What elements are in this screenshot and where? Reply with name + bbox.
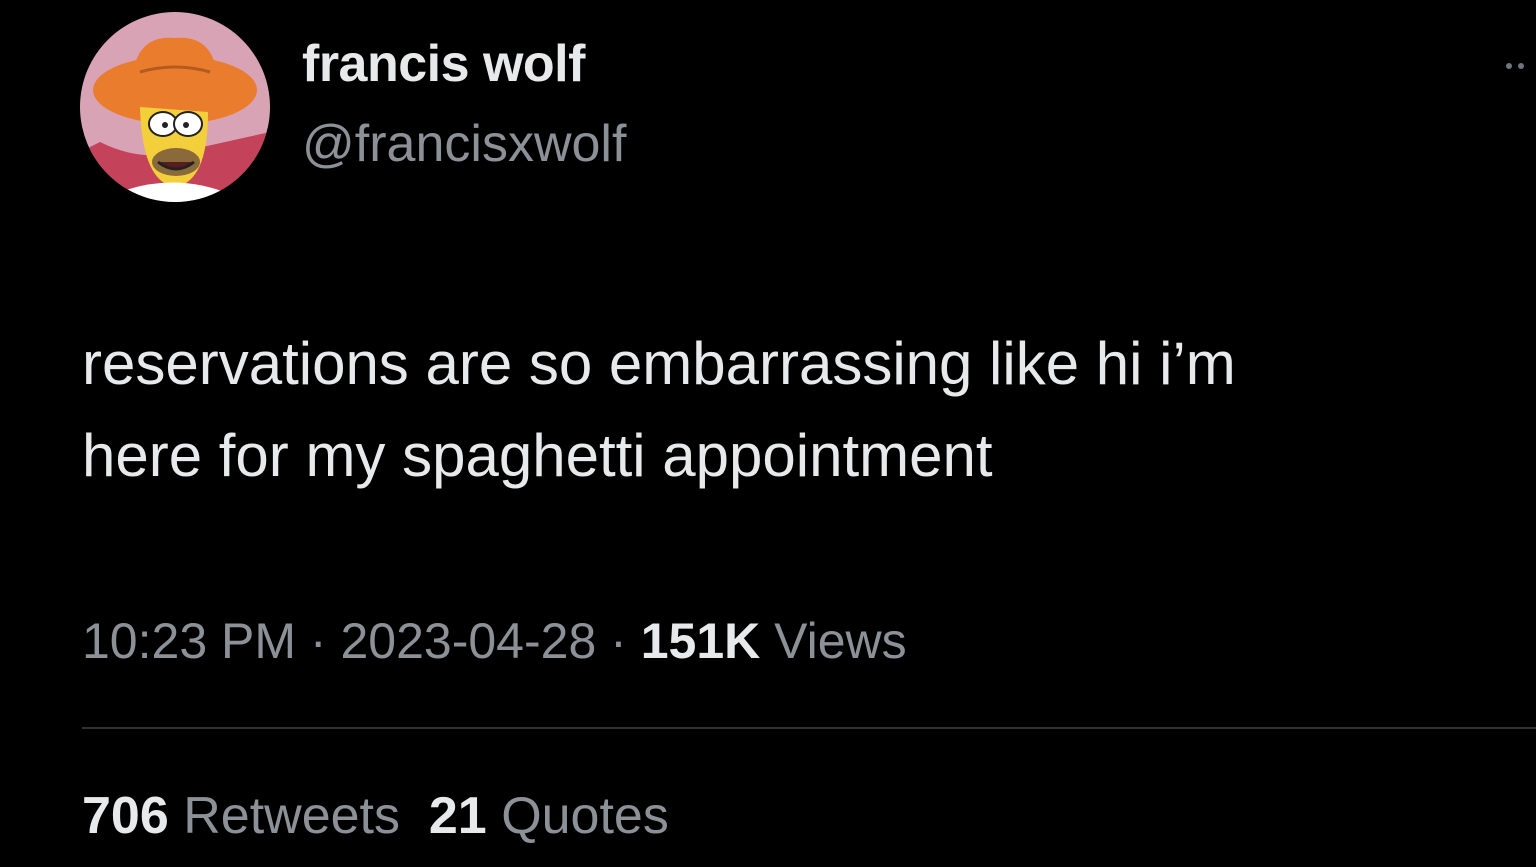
separator: · <box>309 613 327 669</box>
retweets-stat[interactable]: 706 Retweets <box>82 787 400 845</box>
cartoon-cowboy-avatar-icon <box>80 12 270 202</box>
separator: · <box>610 613 627 669</box>
tweet-date[interactable]: 2023-04-28 <box>340 613 596 669</box>
retweets-label: Retweets <box>183 787 400 845</box>
quotes-stat[interactable]: 21 Quotes <box>429 787 669 845</box>
avatar[interactable] <box>80 12 270 202</box>
tweet-time[interactable]: 10:23 PM <box>82 613 296 669</box>
tweet-text-line: reservations are so embarrassing like hi… <box>82 330 1236 397</box>
tweet-meta: 10:23 PM · 2023-04-28 · 151K Views <box>82 612 907 670</box>
display-name[interactable]: francis wolf <box>302 34 585 94</box>
views-label: Views <box>774 613 907 669</box>
retweets-count: 706 <box>82 787 169 845</box>
quotes-count: 21 <box>428 787 487 845</box>
quotes-label: Quotes <box>501 787 669 845</box>
views-count: 151K <box>640 613 761 669</box>
tweet-text-line: here for my spaghetti appointment <box>82 422 993 489</box>
tweet-text: reservations are so embarrassing like hi… <box>82 318 1502 502</box>
tweet-stats: 706 Retweets 21 Quotes <box>82 786 669 846</box>
divider <box>82 727 1536 729</box>
user-handle[interactable]: @francisxwolf <box>302 114 626 174</box>
more-options-icon[interactable] <box>1506 56 1536 72</box>
